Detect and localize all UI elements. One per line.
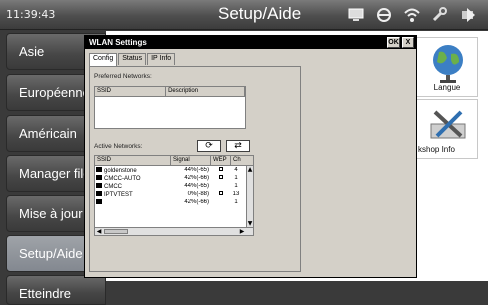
network-channel: 13 xyxy=(232,191,240,197)
scroll-up-arrow-icon[interactable]: ▲ xyxy=(247,166,253,173)
tile-workshop-label: kshop Info xyxy=(418,145,455,154)
network-ssid: CMCC xyxy=(104,183,122,190)
column-header-ch[interactable]: Ch xyxy=(231,156,247,165)
network-signal: 42%(-66) xyxy=(184,199,209,205)
column-header-ssid[interactable]: SSID xyxy=(95,87,167,96)
network-device-icon xyxy=(96,174,102,180)
lock-icon xyxy=(219,191,223,195)
column-header-signal[interactable]: Signal xyxy=(171,156,211,165)
network-device-icon xyxy=(96,166,102,172)
dialog-titlebar: WLAN Settings OK X xyxy=(85,36,416,49)
column-header-ssid[interactable]: SSID xyxy=(95,156,171,165)
preferred-networks-list[interactable]: SSID Description xyxy=(94,86,246,129)
scroll-right-arrow-icon[interactable]: ▶ xyxy=(239,228,245,235)
network-channel: 1 xyxy=(234,175,238,181)
lock-icon xyxy=(219,167,223,171)
column-header-wep[interactable]: WEP xyxy=(211,156,231,165)
menu-item-label: Setup/Aide xyxy=(19,246,83,261)
tile-workshop-info[interactable]: kshop Info xyxy=(416,99,478,159)
close-button[interactable]: X xyxy=(402,37,414,48)
network-row[interactable]: 42%(-66) 1 xyxy=(95,198,253,206)
menu-item-label: Mise à jour xyxy=(19,206,83,221)
network-row[interactable]: goldenstone 44%(-65) 4 xyxy=(95,166,253,174)
monitor-icon[interactable] xyxy=(346,5,366,25)
settings-icon[interactable] xyxy=(430,5,450,25)
network-channel: 1 xyxy=(234,199,238,205)
network-ssid: goldenstone xyxy=(104,167,137,174)
network-device-icon xyxy=(96,182,102,188)
network-signal: 44%(-65) xyxy=(184,167,209,173)
connect-button[interactable]: ⇄ xyxy=(226,140,250,152)
network-row[interactable]: CMCC 44%(-65) 1 xyxy=(95,182,253,190)
globe-icon xyxy=(433,45,463,83)
menu-item-label: Manager file xyxy=(19,166,91,181)
config-tab-panel: Preferred Networks: SSID Description Act… xyxy=(89,66,301,272)
active-list-header: SSID Signal WEP Ch xyxy=(95,156,253,166)
tools-icon xyxy=(430,110,466,139)
tile-langue[interactable]: Langue xyxy=(416,37,478,97)
clock: 11:39:43 xyxy=(6,8,56,21)
tab-status[interactable]: Status xyxy=(118,53,147,65)
lock-icon xyxy=(219,175,223,179)
menu-item-label: Asie xyxy=(19,44,45,59)
main-bottom-strip xyxy=(106,281,488,300)
tab-ip-info[interactable]: IP Info xyxy=(147,53,176,65)
wlan-settings-dialog: WLAN Settings OK X Config Status IP Info… xyxy=(84,35,417,278)
ok-button[interactable]: OK xyxy=(387,37,400,48)
tab-config[interactable]: Config xyxy=(89,53,118,66)
menu-item-label: Européenne xyxy=(19,85,90,100)
network-signal: 44%(-65) xyxy=(184,183,209,189)
network-device-icon xyxy=(96,198,102,204)
preferred-list-header: SSID Description xyxy=(95,87,245,97)
menu-item-etteindre[interactable]: Etteindre xyxy=(6,275,106,305)
menu-item-label: Américain xyxy=(19,126,77,141)
preferred-networks-label: Preferred Networks: xyxy=(94,73,152,80)
refresh-button[interactable]: ⟳ xyxy=(197,140,221,152)
active-networks-list[interactable]: SSID Signal WEP Ch goldenstone 44%(-65) … xyxy=(94,155,254,236)
tab-bar: Config Status IP Info xyxy=(89,53,176,66)
network-channel: 1 xyxy=(234,183,238,189)
app-title: Setup/Aide xyxy=(218,4,302,23)
swap-arrows-icon: ⇄ xyxy=(234,141,242,151)
top-status-bar: 11:39:43 Setup/Aide xyxy=(0,0,488,30)
refresh-icon: ⟳ xyxy=(205,141,213,151)
network-ssid: IPTVTEST xyxy=(104,191,133,198)
network-ssid: CMCC-AUTO xyxy=(104,175,141,182)
tile-langue-label: Langue xyxy=(433,83,461,92)
vertical-scrollbar[interactable]: ▲ ▼ xyxy=(246,166,253,227)
network-signal: 42%(-66) xyxy=(184,175,209,181)
network-device-icon xyxy=(96,190,102,196)
network-signal: 0%(-88) xyxy=(187,191,209,197)
system-tray xyxy=(346,5,478,25)
scroll-left-arrow-icon[interactable]: ◀ xyxy=(96,228,102,235)
active-networks-label: Active Networks: xyxy=(94,143,143,150)
scroll-thumb[interactable] xyxy=(104,229,128,234)
column-header-description[interactable]: Description xyxy=(166,87,245,96)
exit-icon[interactable] xyxy=(458,5,478,25)
wifi-icon[interactable] xyxy=(402,5,422,25)
network-channel: 4 xyxy=(234,167,238,173)
browser-icon[interactable] xyxy=(374,5,394,25)
horizontal-scrollbar[interactable]: ◀ ▶ xyxy=(95,227,253,235)
dialog-title: WLAN Settings xyxy=(89,38,147,47)
network-row[interactable]: IPTVTEST 0%(-88) 13 xyxy=(95,190,253,198)
menu-item-label: Etteindre xyxy=(19,286,72,301)
network-row[interactable]: CMCC-AUTO 42%(-66) 1 xyxy=(95,174,253,182)
scroll-down-arrow-icon[interactable]: ▼ xyxy=(247,220,253,227)
